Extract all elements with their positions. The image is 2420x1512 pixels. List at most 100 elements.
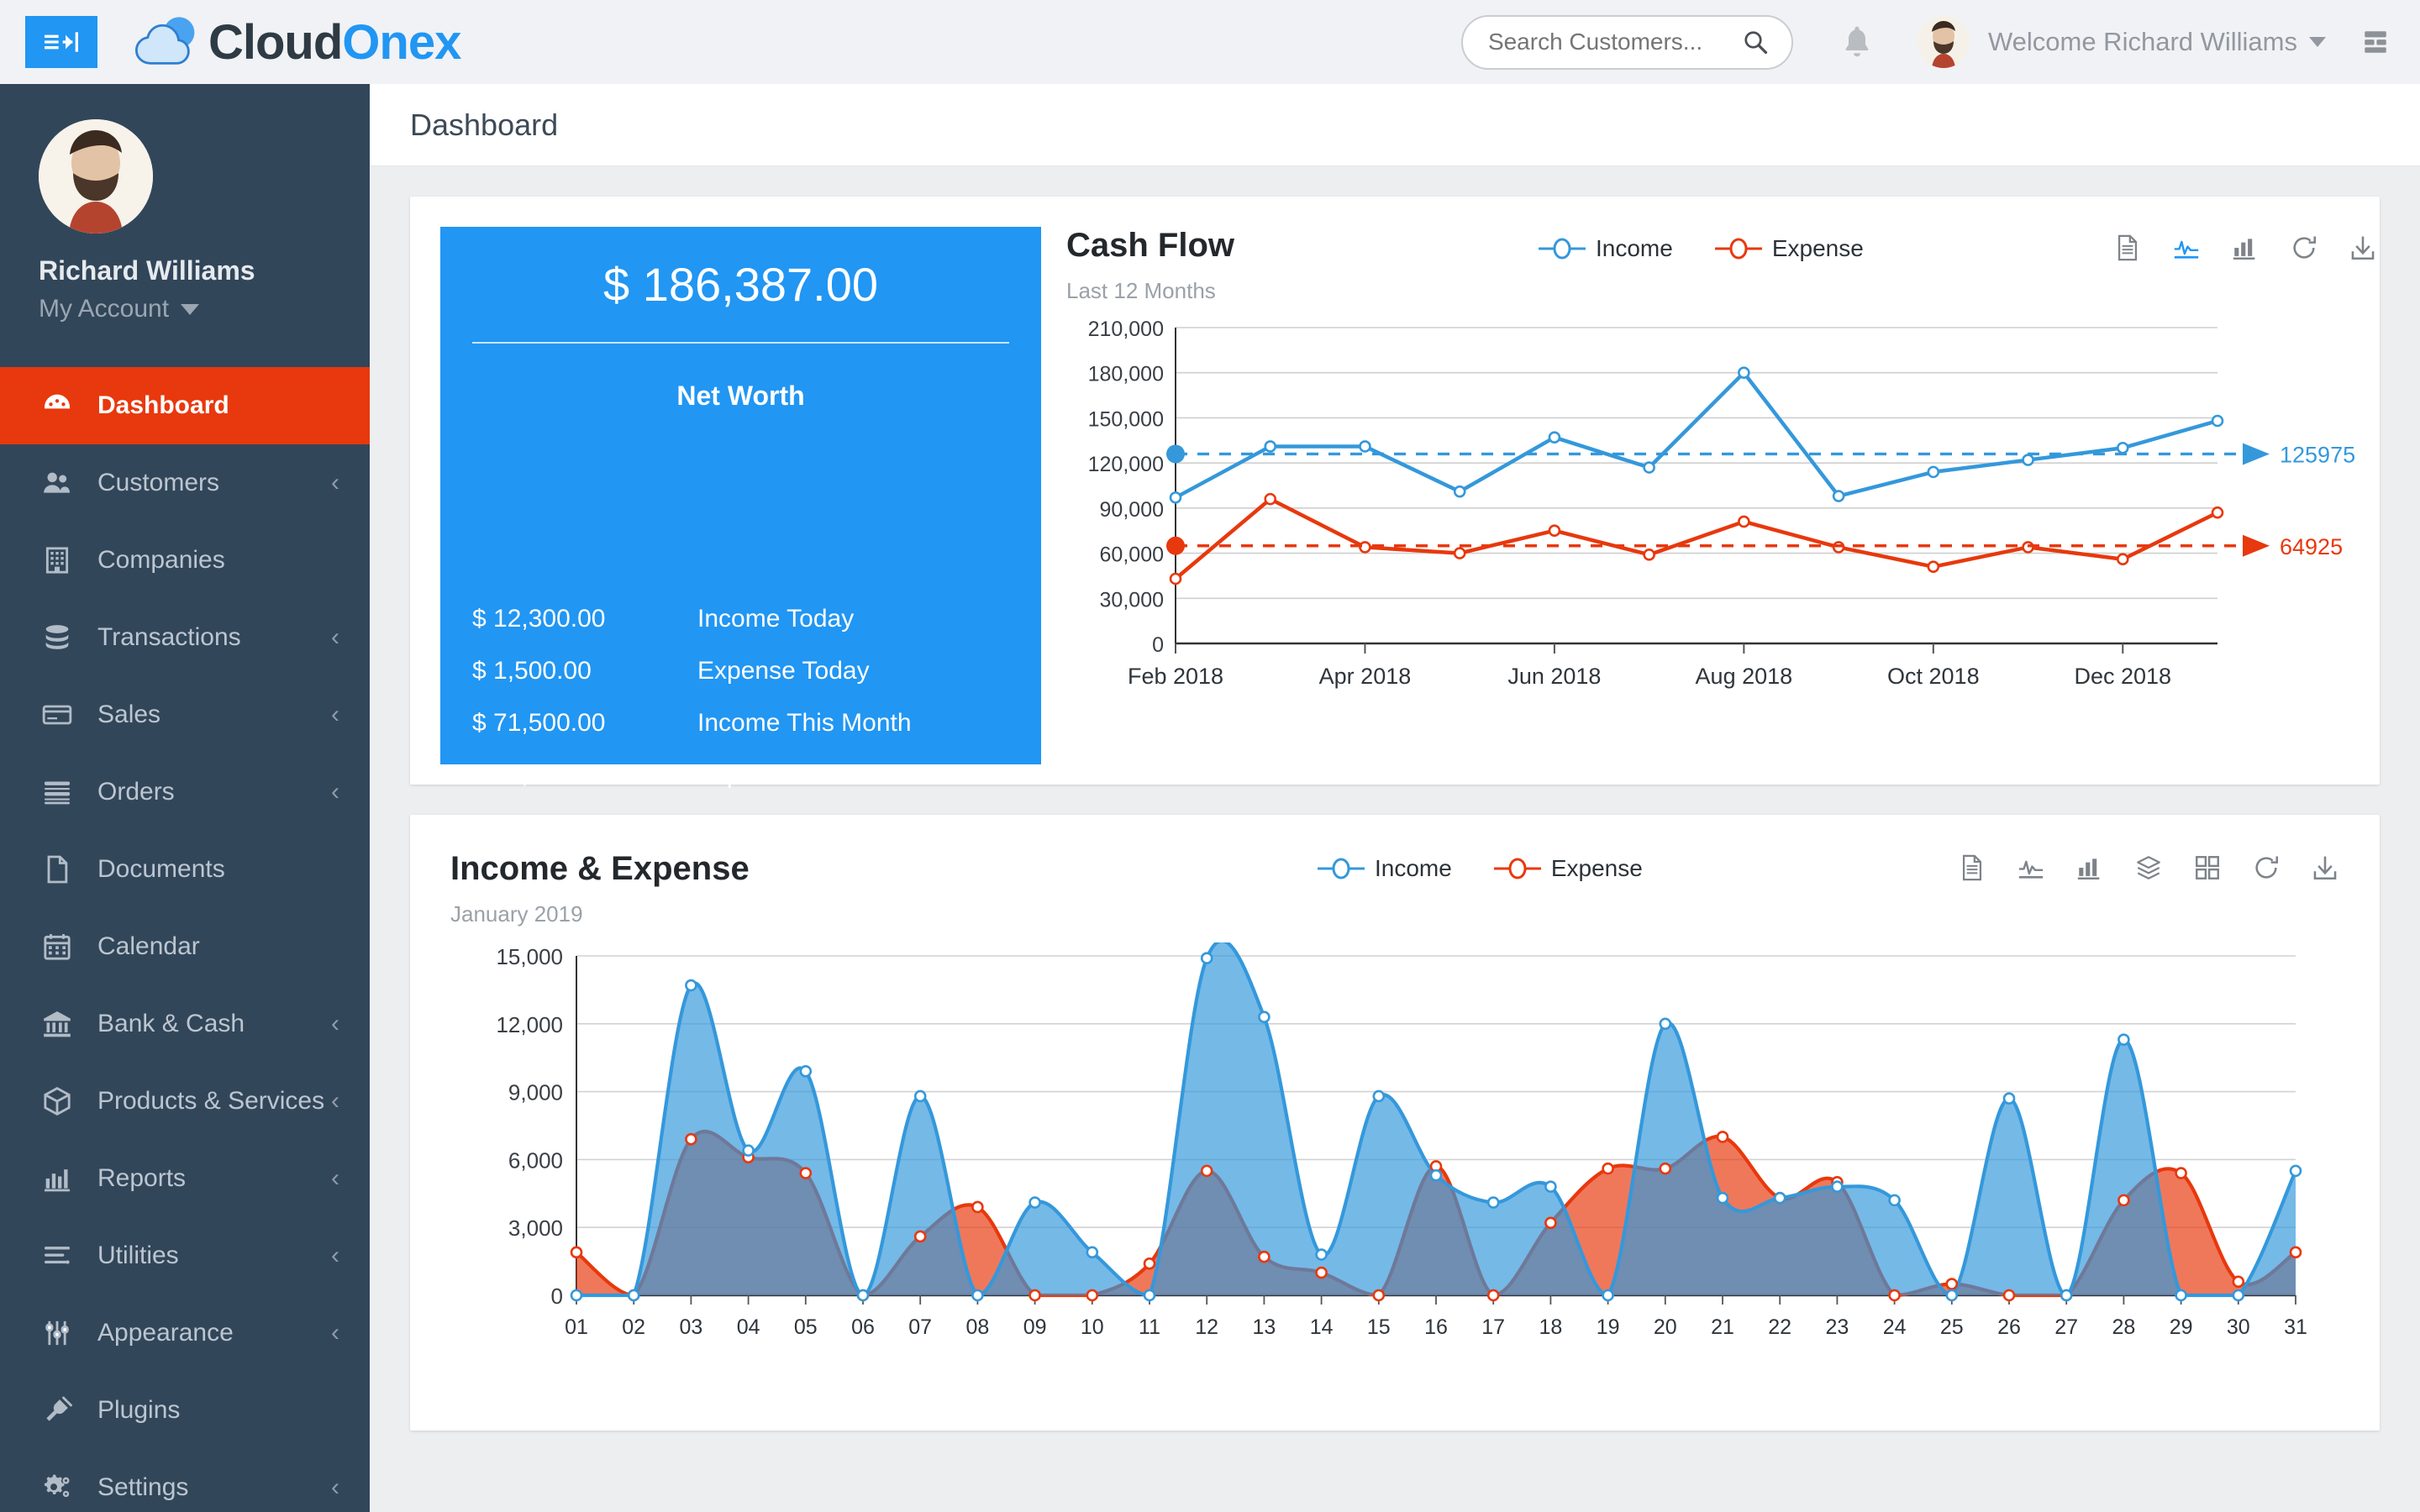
svg-text:210,000: 210,000 bbox=[1088, 318, 1164, 341]
download-icon[interactable] bbox=[2311, 853, 2339, 882]
svg-text:04: 04 bbox=[737, 1315, 760, 1339]
sidebar-item-label: Calendar bbox=[97, 932, 200, 960]
net-worth-row: $ 35,800.00 Expense This Month bbox=[472, 761, 1009, 790]
sidebar-item-calendar[interactable]: Calendar bbox=[0, 908, 370, 985]
sidebar-item-bank-cash[interactable]: Bank & Cash ‹ bbox=[0, 985, 370, 1063]
svg-text:30: 30 bbox=[2227, 1315, 2250, 1339]
grid-icon[interactable] bbox=[2193, 853, 2222, 882]
brand-name-part2: Onex bbox=[342, 14, 461, 70]
svg-text:Jun 2018: Jun 2018 bbox=[1507, 664, 1601, 689]
cash-flow-legend: Income Expense bbox=[1537, 235, 1904, 262]
sidebar-item-transactions[interactable]: Transactions ‹ bbox=[0, 599, 370, 676]
cash-flow-subtitle: Last 12 Months bbox=[1066, 278, 1216, 303]
linechart-icon[interactable] bbox=[2017, 853, 2045, 882]
legend-marker-icon bbox=[1318, 858, 1365, 879]
net-worth-row-label: Income This Month bbox=[697, 709, 912, 737]
sidebar-item-orders[interactable]: Orders ‹ bbox=[0, 753, 370, 831]
income-expense-legend: Income Expense bbox=[1316, 855, 1683, 882]
svg-text:14: 14 bbox=[1310, 1315, 1334, 1339]
svg-text:02: 02 bbox=[622, 1315, 645, 1339]
svg-text:25: 25 bbox=[1940, 1315, 1964, 1339]
avatar[interactable] bbox=[1917, 16, 1970, 68]
my-account-dropdown[interactable]: My Account bbox=[39, 295, 370, 323]
legend-item-expense[interactable]: Expense bbox=[1492, 855, 1643, 882]
sidebar-item-companies[interactable]: Companies bbox=[0, 522, 370, 599]
sidebar-item-products-services[interactable]: Products & Services ‹ bbox=[0, 1063, 370, 1140]
notification-bell-icon[interactable] bbox=[1840, 24, 1874, 60]
chevron-left-icon: ‹ bbox=[331, 701, 339, 728]
sidebar-item-label: Customers bbox=[97, 469, 220, 496]
svg-text:24: 24 bbox=[1883, 1315, 1907, 1339]
svg-text:Oct 2018: Oct 2018 bbox=[1887, 664, 1980, 689]
sidebar-item-documents[interactable]: Documents bbox=[0, 831, 370, 908]
svg-text:26: 26 bbox=[1997, 1315, 2021, 1339]
legend-label-expense: Expense bbox=[1550, 855, 1643, 881]
sidebar-item-sales[interactable]: Sales ‹ bbox=[0, 676, 370, 753]
sidebar-item-utilities[interactable]: Utilities ‹ bbox=[0, 1217, 370, 1294]
sidebar: Richard Williams My Account Dashboard Cus… bbox=[0, 84, 370, 1512]
search-input[interactable] bbox=[1462, 29, 1715, 55]
sidebar-item-label: Reports bbox=[97, 1164, 187, 1192]
net-worth-row-value: $ 1,500.00 bbox=[472, 657, 592, 685]
chevron-left-icon: ‹ bbox=[331, 623, 339, 651]
svg-text:12,000: 12,000 bbox=[496, 1012, 563, 1037]
sidebar-item-dashboard[interactable]: Dashboard bbox=[0, 367, 370, 444]
document-icon[interactable] bbox=[1958, 853, 1986, 882]
legend-marker-icon bbox=[1493, 858, 1541, 879]
svg-text:60,000: 60,000 bbox=[1100, 543, 1164, 567]
building-icon bbox=[40, 543, 74, 577]
sidebar-toggle-button[interactable] bbox=[25, 16, 97, 68]
legend-marker-icon bbox=[1539, 238, 1586, 260]
svg-text:08: 08 bbox=[965, 1315, 989, 1339]
sidebar-toggle-icon bbox=[45, 32, 78, 52]
profile-avatar-image bbox=[39, 119, 153, 234]
sidebar-item-appearance[interactable]: Appearance ‹ bbox=[0, 1294, 370, 1372]
svg-text:27: 27 bbox=[2054, 1315, 2078, 1339]
linechart-icon[interactable] bbox=[2172, 234, 2201, 262]
svg-text:07: 07 bbox=[908, 1315, 932, 1339]
search-box[interactable] bbox=[1460, 14, 1793, 70]
net-worth-row: $ 12,300.00 Income Today bbox=[472, 605, 1009, 633]
net-worth-row-label: Income Today bbox=[697, 605, 855, 633]
brand-logo[interactable]: CloudOnex bbox=[131, 14, 461, 71]
cash-flow-header: Cash Flow Last 12 Months Income Expense bbox=[1066, 227, 2377, 304]
barchart-icon[interactable] bbox=[2075, 853, 2104, 882]
svg-text:180,000: 180,000 bbox=[1088, 363, 1164, 386]
top-bar: CloudOnex Welcome Richard Williams bbox=[0, 0, 2420, 84]
avatar-image bbox=[1917, 16, 1970, 68]
legend-marker-icon bbox=[1714, 238, 1762, 260]
legend-item-expense[interactable]: Expense bbox=[1713, 235, 1864, 262]
svg-text:09: 09 bbox=[1023, 1315, 1047, 1339]
download-icon[interactable] bbox=[2349, 234, 2377, 262]
sidebar-item-label: Products & Services bbox=[97, 1087, 325, 1115]
welcome-label[interactable]: Welcome Richard Williams bbox=[1988, 27, 2297, 57]
profile-avatar[interactable] bbox=[39, 119, 153, 234]
sidebar-item-customers[interactable]: Customers ‹ bbox=[0, 444, 370, 522]
svg-text:120,000: 120,000 bbox=[1088, 453, 1164, 476]
search-icon[interactable] bbox=[1743, 29, 1768, 55]
document-icon[interactable] bbox=[2113, 234, 2142, 262]
net-worth-row-label: Expense This Month bbox=[697, 761, 927, 789]
barchart-icon[interactable] bbox=[2231, 234, 2260, 262]
svg-text:30,000: 30,000 bbox=[1100, 588, 1164, 612]
page-header: Dashboard bbox=[370, 84, 2420, 166]
legend-item-income[interactable]: Income bbox=[1316, 855, 1452, 882]
sidebar-item-label: Documents bbox=[97, 855, 225, 883]
svg-text:3,000: 3,000 bbox=[508, 1215, 563, 1241]
svg-text:06: 06 bbox=[851, 1315, 875, 1339]
net-worth-row: $ 71,500.00 Income This Month bbox=[472, 709, 1009, 738]
refresh-icon[interactable] bbox=[2290, 234, 2318, 262]
app-grid-icon[interactable] bbox=[2361, 28, 2390, 56]
chevron-down-icon[interactable] bbox=[2309, 37, 2326, 47]
legend-item-income[interactable]: Income bbox=[1537, 235, 1673, 262]
svg-text:13: 13 bbox=[1252, 1315, 1276, 1339]
sidebar-item-plugins[interactable]: Plugins bbox=[0, 1372, 370, 1449]
sidebar-item-reports[interactable]: Reports ‹ bbox=[0, 1140, 370, 1217]
layers-icon[interactable] bbox=[2134, 853, 2163, 882]
sidebar-item-label: Appearance bbox=[97, 1319, 234, 1347]
refresh-icon[interactable] bbox=[2252, 853, 2281, 882]
gears-icon bbox=[40, 1471, 74, 1504]
sidebar-item-settings[interactable]: Settings ‹ bbox=[0, 1449, 370, 1512]
net-worth-row-value: $ 71,500.00 bbox=[472, 709, 606, 737]
sidebar-menu: Dashboard Customers ‹ Companies Transactions… bbox=[0, 367, 370, 1512]
